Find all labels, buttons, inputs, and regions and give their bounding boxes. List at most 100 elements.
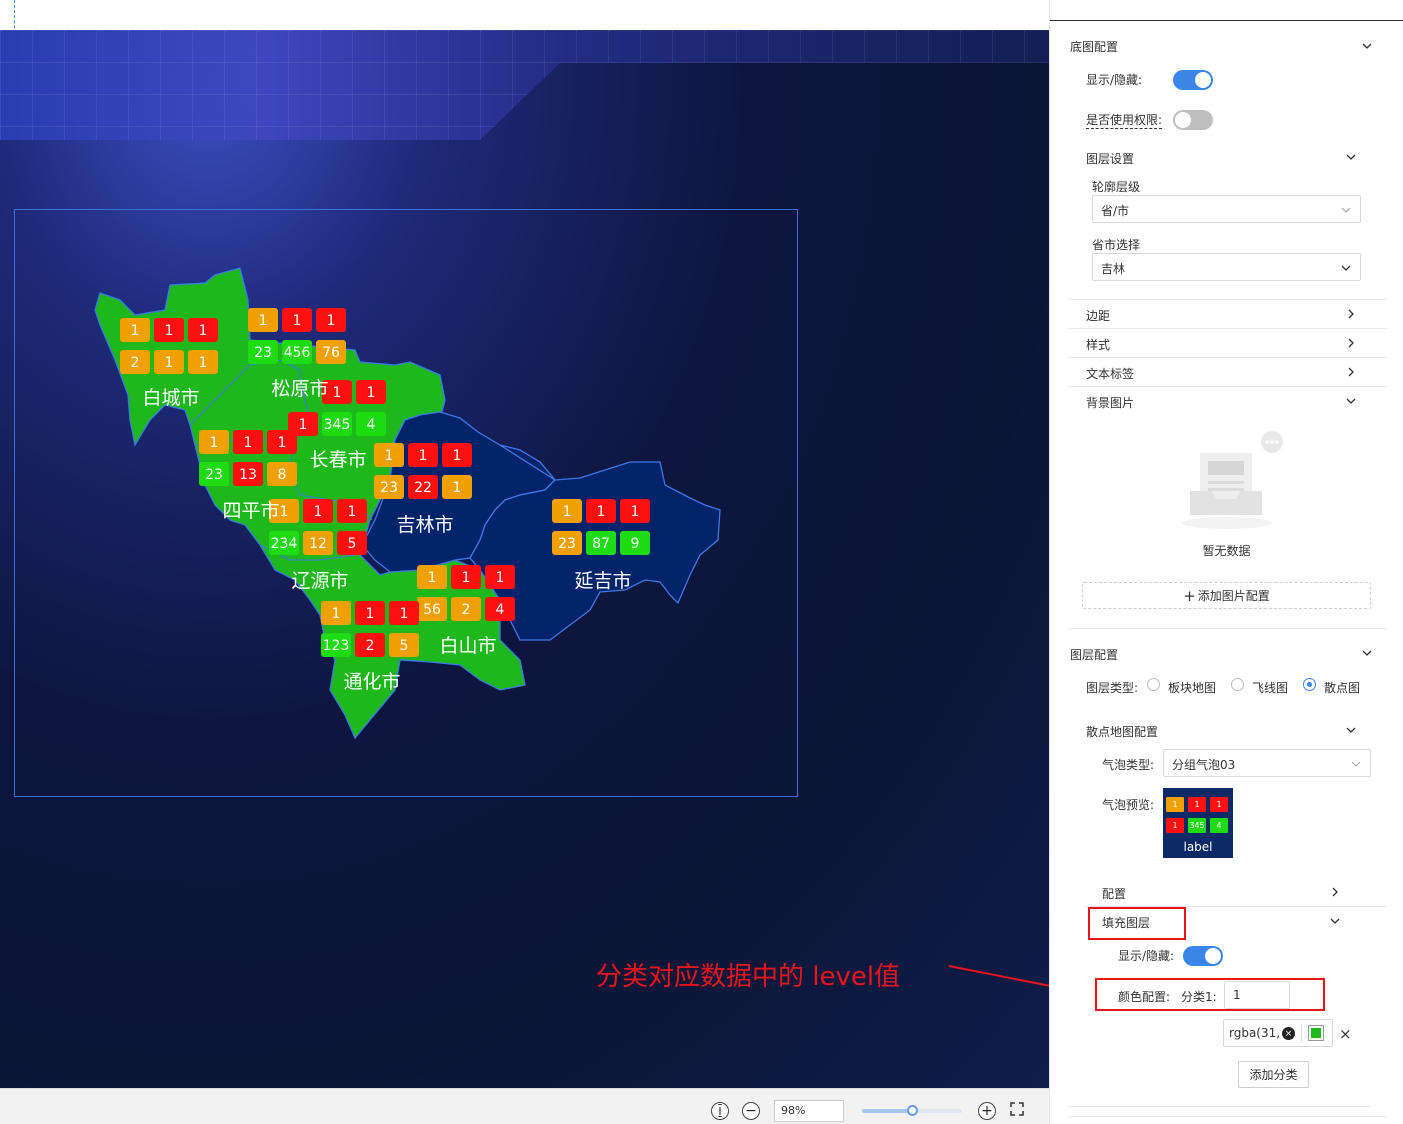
bubble-badge[interactable]: 1	[408, 443, 438, 467]
bubble-badge[interactable]: 8	[267, 462, 297, 486]
text-label-section-title[interactable]: 文本标签	[1086, 365, 1134, 382]
bubble-badge[interactable]: 1	[442, 475, 472, 499]
bubble-badge[interactable]: 1	[586, 499, 616, 523]
color-value: rgba(31,	[1229, 1026, 1281, 1040]
fill-show-hide-toggle[interactable]	[1183, 946, 1223, 966]
bubble-badge[interactable]: 456	[282, 340, 312, 364]
style-section-title[interactable]: 样式	[1086, 336, 1110, 353]
base-map-config-title[interactable]: 底图配置	[1070, 38, 1118, 55]
chevron-down-icon[interactable]	[1345, 151, 1357, 163]
chevron-right-icon[interactable]	[1345, 308, 1357, 320]
bubble-badge[interactable]: 22	[408, 475, 438, 499]
jilin-map[interactable]: 1 1 12 1 11 1 123 456 761 11 345 41 1 123 13 81 1 123 22 11…	[0, 30, 1049, 1088]
bubble-badge[interactable]: 23	[552, 531, 582, 555]
bubble-badge-value: 1	[400, 606, 409, 622]
bubble-badge[interactable]: 1	[485, 565, 515, 589]
add-image-config-button[interactable]: + 添加图片配置	[1082, 582, 1371, 609]
radio-scatter[interactable]	[1303, 678, 1316, 691]
bubble-type-select[interactable]: 分组气泡03	[1163, 749, 1371, 777]
divider	[1068, 628, 1387, 629]
bubble-badge[interactable]: 2	[355, 633, 385, 657]
bubble-badge[interactable]: 1	[188, 350, 218, 374]
bubble-badge[interactable]: 87	[586, 531, 616, 555]
bubble-badge[interactable]: 9	[620, 531, 650, 555]
bubble-badge[interactable]: 1	[552, 499, 582, 523]
outline-level-select[interactable]: 省/市	[1092, 195, 1361, 223]
zoom-out-button[interactable]: −	[742, 1102, 760, 1120]
layer-settings-title[interactable]: 图层设置	[1086, 150, 1134, 167]
radio-flyline[interactable]	[1231, 678, 1244, 691]
bubble-badge[interactable]: 1	[451, 565, 481, 589]
bubble-badge[interactable]: 13	[233, 462, 263, 486]
province-select[interactable]: 吉林	[1092, 253, 1361, 281]
bubble-badge[interactable]: 1	[337, 499, 367, 523]
bubble-badge[interactable]: 5	[337, 531, 367, 555]
color-swatch[interactable]	[1308, 1025, 1324, 1041]
radio-block-map[interactable]	[1147, 678, 1160, 691]
bubble-badge[interactable]: 2	[451, 597, 481, 621]
zoom-input[interactable]: 98%	[774, 1100, 844, 1122]
bubble-badge[interactable]: 1	[282, 308, 312, 332]
bubble-badge[interactable]: 1	[417, 565, 447, 589]
bubble-badge[interactable]: 1	[188, 318, 218, 342]
bubble-badge[interactable]: 1	[374, 443, 404, 467]
bubble-badge[interactable]: 23	[199, 462, 229, 486]
bubble-badge[interactable]: 1	[248, 308, 278, 332]
clear-icon[interactable]: ×	[1282, 1027, 1295, 1040]
chevron-down-icon[interactable]	[1345, 724, 1357, 736]
bubble-badge[interactable]: 1	[356, 380, 386, 404]
bubble-badge[interactable]: 1	[355, 601, 385, 625]
zoom-in-button[interactable]: +	[978, 1102, 996, 1120]
bubble-badge[interactable]: 4	[356, 412, 386, 436]
bubble-badge[interactable]: 76	[316, 340, 346, 364]
bubble-badge[interactable]: 56	[417, 597, 447, 621]
bubble-badge[interactable]: 234	[269, 531, 299, 555]
chevron-down-icon[interactable]	[1345, 395, 1357, 407]
scatter-config-title[interactable]: 散点地图配置	[1086, 723, 1158, 740]
show-hide-toggle[interactable]	[1173, 70, 1213, 90]
chevron-down-icon[interactable]	[1361, 647, 1373, 659]
bubble-badge[interactable]: 1	[321, 601, 351, 625]
radio-scatter-label[interactable]: 散点图	[1324, 679, 1360, 696]
text-tool-button[interactable]: I	[711, 1102, 729, 1120]
bubble-badge[interactable]: 1	[199, 430, 229, 454]
bubble-badge[interactable]: 1	[267, 430, 297, 454]
bubble-badge[interactable]: 1	[442, 443, 472, 467]
chevron-down-icon[interactable]	[1361, 40, 1373, 52]
radio-block-map-label[interactable]: 板块地图	[1168, 679, 1216, 696]
margin-section-title[interactable]: 边距	[1086, 307, 1110, 324]
bubble-badge[interactable]: 5	[389, 633, 419, 657]
bubble-badge[interactable]: 1	[316, 308, 346, 332]
chevron-down-icon	[1341, 207, 1351, 213]
bubble-badge[interactable]: 4	[485, 597, 515, 621]
fullscreen-icon[interactable]	[1010, 1102, 1024, 1116]
chevron-right-icon[interactable]	[1345, 337, 1357, 349]
radio-flyline-label[interactable]: 飞线图	[1252, 679, 1288, 696]
zoom-slider-knob[interactable]	[907, 1105, 918, 1116]
bubble-badge[interactable]: 1	[389, 601, 419, 625]
bubble-badge[interactable]: 12	[303, 531, 333, 555]
bubble-badge[interactable]: 23	[374, 475, 404, 499]
chevron-right-icon[interactable]	[1345, 366, 1357, 378]
color-picker-input[interactable]: rgba(31, ×	[1223, 1019, 1333, 1047]
add-class-button[interactable]: 添加分类	[1238, 1061, 1309, 1088]
bubble-badge[interactable]: 345	[322, 412, 352, 436]
chevron-right-icon[interactable]	[1329, 886, 1341, 898]
class-1-input[interactable]: 1	[1224, 981, 1290, 1009]
layer-config-title[interactable]: 图层配置	[1070, 646, 1118, 663]
remove-class-icon[interactable]: ×	[1339, 1025, 1352, 1043]
config-section-title[interactable]: 配置	[1102, 885, 1126, 902]
bubble-badge[interactable]: 1	[233, 430, 263, 454]
bubble-badge[interactable]: 2	[120, 350, 150, 374]
chevron-down-icon[interactable]	[1329, 915, 1341, 927]
use-permission-toggle[interactable]	[1173, 110, 1213, 130]
bubble-badge[interactable]: 1	[154, 350, 184, 374]
bubble-badge[interactable]: 1	[620, 499, 650, 523]
bg-image-section-title[interactable]: 背景图片	[1086, 394, 1134, 411]
bubble-badge[interactable]: 1	[120, 318, 150, 342]
bubble-badge[interactable]: 1	[303, 499, 333, 523]
zoom-slider[interactable]	[862, 1105, 962, 1116]
bubble-badge[interactable]: 123	[321, 633, 351, 657]
bubble-badge[interactable]: 23	[248, 340, 278, 364]
bubble-badge[interactable]: 1	[154, 318, 184, 342]
